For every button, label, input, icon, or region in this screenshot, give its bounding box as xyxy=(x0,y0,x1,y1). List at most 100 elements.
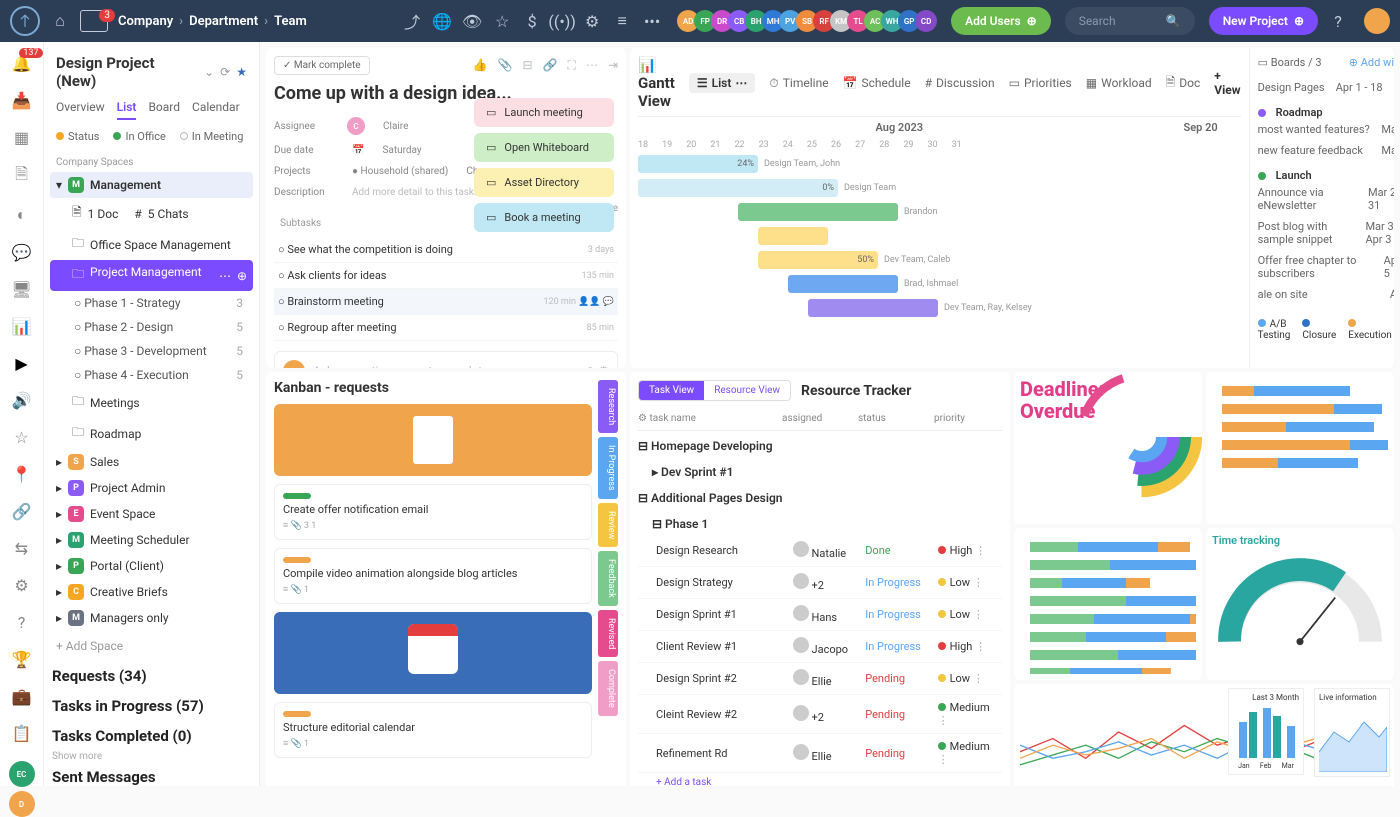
gantt-tab-timeline[interactable]: ⏱ Timeline xyxy=(769,76,828,91)
quick-action[interactable]: ▭Book a meeting xyxy=(474,203,614,232)
more-icon[interactable]: ⋯ xyxy=(586,58,598,73)
dashboard-icon[interactable]: ▦ xyxy=(11,128,33,147)
quick-action[interactable]: ▭Open Whiteboard xyxy=(474,133,614,162)
space-item[interactable]: ▸CCreative Briefs xyxy=(50,579,253,605)
comment-input[interactable]: Ask a question or post an update... ☺ ⊕ … xyxy=(274,351,618,368)
tab-list[interactable]: List xyxy=(117,100,137,120)
chevron-down-icon[interactable]: ⌄ xyxy=(204,65,214,79)
phase-item[interactable]: ○ Phase 4 - Execution5 xyxy=(50,363,253,387)
notifications-icon[interactable]: 🔔137 xyxy=(11,54,33,73)
link-icon[interactable]: 🔗 xyxy=(11,502,33,521)
kanban-card[interactable] xyxy=(274,404,592,476)
kanban-card[interactable]: Create offer notification email≡ 📎 3 1 xyxy=(274,484,592,540)
subtask-row[interactable]: ○ Regroup after meeting85 min xyxy=(274,315,618,341)
doc-chats[interactable]: 🗎1 Doc#5 Chats xyxy=(50,198,253,229)
kanban-lane-tab[interactable]: In Progress xyxy=(598,437,618,499)
star-icon[interactable]: ☆ xyxy=(488,7,516,35)
kanban-lane-tab[interactable]: Feedback xyxy=(598,551,618,606)
collapse-icon[interactable]: ⇥ xyxy=(608,58,618,73)
sidebar-link[interactable]: Requests (34) xyxy=(52,661,251,691)
briefcase-icon[interactable]: 💼 xyxy=(11,687,33,706)
reports-icon[interactable]: 📊 xyxy=(11,317,33,336)
inbox-icon[interactable]: 3 xyxy=(80,7,108,35)
tab-board[interactable]: Board xyxy=(148,100,180,120)
thumbs-icon[interactable]: 👍 xyxy=(473,58,488,73)
kanban-lane-tab[interactable]: Review xyxy=(598,503,618,547)
search-input[interactable]: Search🔍 xyxy=(1065,7,1195,35)
kanban-lane-tab[interactable]: Revised xyxy=(598,610,618,657)
kanban-card[interactable]: Compile video animation alongside blog a… xyxy=(274,548,592,604)
add-widget-button[interactable]: ⊕ Add widget xyxy=(1349,56,1394,69)
table-row[interactable]: Cleint Review #2 +2PendingMedium ⋮ xyxy=(638,695,1002,734)
folder-office[interactable]: 🗀Office Space Management xyxy=(50,229,253,260)
new-project-button[interactable]: New Project⊕ xyxy=(1209,7,1318,35)
device-icon[interactable]: 🖥 xyxy=(11,280,33,299)
add-space-button[interactable]: + Add Space xyxy=(50,631,253,661)
attach-icon[interactable]: 📎 xyxy=(498,58,513,73)
favorites-icon[interactable]: ☆ xyxy=(11,428,33,447)
help-icon[interactable]: ? xyxy=(1324,7,1352,35)
copylink-icon[interactable]: 🔗 xyxy=(543,58,558,73)
space-item[interactable]: ▸MMeeting Scheduler xyxy=(50,527,253,553)
subtask-row[interactable]: ○ See what the competition is doing3 day… xyxy=(274,237,618,263)
space-item[interactable]: ▸MManagers only xyxy=(50,605,253,631)
star-fill-icon[interactable]: ★ xyxy=(236,65,247,79)
share-icon[interactable]: ⤴ xyxy=(398,7,426,35)
connections-icon[interactable]: ⇆ xyxy=(11,539,33,558)
folder-roadmap[interactable]: 🗀Roadmap xyxy=(50,418,253,449)
subtask-row[interactable]: ○ Ask clients for ideas135 min xyxy=(274,263,618,289)
quick-action[interactable]: ▭Launch meeting xyxy=(474,98,614,127)
gantt-tab-doc[interactable]: 🗎 Doc xyxy=(1166,73,1201,94)
gantt-tab-workload[interactable]: ▦ Workload xyxy=(1086,76,1152,90)
chat-icon[interactable]: 💬 xyxy=(11,243,33,262)
home-icon[interactable]: ⌂ xyxy=(46,7,74,35)
add-view-button[interactable]: + View xyxy=(1214,69,1240,97)
table-row[interactable]: Design Sprint #2 ElliePendingLow ⋮ xyxy=(638,663,1002,695)
phase-item[interactable]: ○ Phase 2 - Design5 xyxy=(50,315,253,339)
location-icon[interactable]: 📍 xyxy=(11,465,33,484)
space-item[interactable]: ▸EEvent Space xyxy=(50,501,253,527)
filter-icon[interactable]: ≡ xyxy=(608,7,636,35)
eye-icon[interactable]: 👁 xyxy=(458,7,486,35)
clipboard-icon[interactable]: 📋 xyxy=(11,724,33,743)
app-logo[interactable] xyxy=(10,6,40,36)
folder-pm[interactable]: 🗀Project Management⋯⊕ xyxy=(50,260,253,291)
kanban-lane-tab[interactable]: Research xyxy=(598,380,618,433)
time-icon[interactable]: ◐ xyxy=(11,205,33,225)
sidebar-link[interactable]: Tasks in Progress (57) xyxy=(52,691,251,721)
presence-avatars[interactable]: ADFPDRCBBHMHPVSBRFKMTLACWHGPCD xyxy=(682,10,937,32)
inbox-tray-icon[interactable]: 📥 xyxy=(11,91,33,110)
expand-icon[interactable]: ⛶ xyxy=(568,58,576,73)
dollar-icon[interactable]: $ xyxy=(518,7,546,35)
gantt-tab-list[interactable]: ☰ List ⋯ xyxy=(689,73,756,93)
space-item[interactable]: ▸SSales xyxy=(50,449,253,475)
gear-icon[interactable]: ⚙ xyxy=(578,7,606,35)
tab-calendar[interactable]: Calendar xyxy=(192,100,240,120)
docs-icon[interactable]: 🗎 xyxy=(11,165,33,187)
gantt-tab-discussion[interactable]: # Discussion xyxy=(925,76,995,90)
table-row[interactable]: Client Review #1 JacopoIn ProgressHigh ⋮ xyxy=(638,631,1002,663)
table-row[interactable]: Design Research NatalieDoneHigh ⋮ xyxy=(638,535,1002,567)
tracker-view-toggle[interactable]: Task View Resource View xyxy=(638,380,791,401)
add-users-button[interactable]: Add Users⊕ xyxy=(951,7,1051,35)
quick-action[interactable]: ▭Asset Directory xyxy=(474,168,614,197)
kanban-lane-tab[interactable]: Complete xyxy=(598,661,618,716)
mark-complete-button[interactable]: ✓ Mark complete xyxy=(274,56,370,75)
user-avatar[interactable] xyxy=(1364,8,1390,34)
support-icon[interactable]: ? xyxy=(11,613,33,632)
space-item[interactable]: ▸PPortal (Client) xyxy=(50,553,253,579)
kanban-card[interactable] xyxy=(274,612,592,694)
table-row[interactable]: Design Sprint #1 HansIn ProgressLow ⋮ xyxy=(638,599,1002,631)
phase-item[interactable]: ○ Phase 3 - Development5 xyxy=(50,339,253,363)
kanban-card[interactable]: Structure editorial calendar≡ 📎 1 xyxy=(274,702,592,758)
phase-item[interactable]: ○ Phase 1 - Strategy3 xyxy=(50,291,253,315)
space-item[interactable]: ▸PProject Admin xyxy=(50,475,253,501)
globe-icon[interactable]: 🌐 xyxy=(428,7,456,35)
play-icon[interactable]: ▶ xyxy=(11,354,33,373)
breadcrumb[interactable]: Company› Department› Team xyxy=(118,14,307,29)
sidebar-link[interactable]: Tasks Completed (0) xyxy=(52,721,251,751)
sidebar-link[interactable]: Sent Messages xyxy=(52,762,251,786)
folder-meetings[interactable]: 🗀Meetings xyxy=(50,387,253,418)
subtask-icon[interactable]: ⊟ xyxy=(523,58,533,73)
refresh-icon[interactable]: ⟳ xyxy=(220,65,230,79)
